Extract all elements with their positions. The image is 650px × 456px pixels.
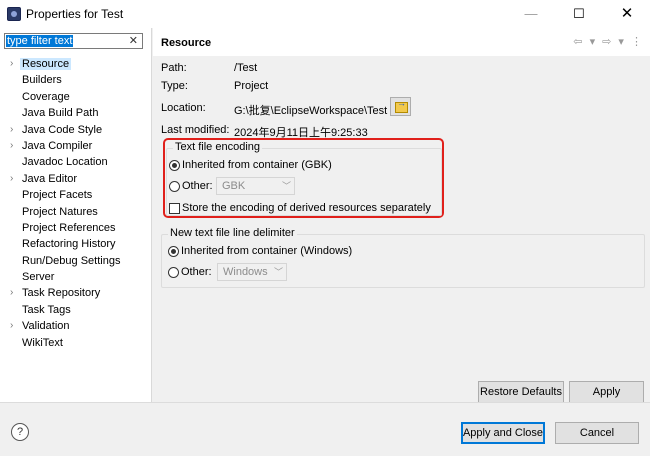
chevron-right-icon[interactable]: ›: [10, 318, 13, 334]
filter-input-text[interactable]: type filter text: [6, 35, 74, 47]
tree-item[interactable]: Coverage: [0, 89, 151, 105]
tree-item[interactable]: › Validation: [0, 318, 151, 334]
tree-item-label: Coverage: [22, 90, 70, 103]
chevron-right-icon[interactable]: ›: [10, 122, 13, 138]
chevron-down-icon: ﹀: [281, 181, 291, 191]
delimiter-other-label[interactable]: Other:: [181, 266, 212, 278]
tree-item-label: Run/Debug Settings: [22, 254, 121, 267]
chevron-right-icon[interactable]: ›: [10, 56, 13, 72]
chevron-right-icon[interactable]: ›: [10, 138, 13, 154]
tree-item-label: Java Editor: [22, 172, 78, 185]
title-bar[interactable]: Properties for Test — ☐ ✕: [0, 0, 650, 28]
store-derived-checkbox[interactable]: [169, 203, 180, 214]
tree-item[interactable]: Server: [0, 269, 151, 285]
encoding-group-title: Text file encoding: [173, 141, 262, 153]
encoding-other-radio[interactable]: [169, 181, 180, 192]
encoding-other-label[interactable]: Other:: [182, 180, 213, 192]
history-nav-icons[interactable]: ⇦ ▾ ⇨ ▾ ⋮: [573, 35, 644, 48]
tree-item-label: Task Tags: [22, 303, 71, 316]
delimiter-inherited-label[interactable]: Inherited from container (Windows): [181, 245, 352, 257]
tree-item-label: Project Natures: [22, 205, 98, 218]
tree-item[interactable]: Task Tags: [0, 302, 151, 318]
cancel-button[interactable]: Cancel: [555, 422, 639, 444]
encoding-other-value: GBK: [222, 180, 246, 192]
modified-label: Last modified:: [161, 124, 230, 136]
minimize-button[interactable]: —: [508, 0, 554, 28]
tree-item-label: Project Facets: [22, 189, 93, 202]
page-header: Resource ⇦ ▾ ⇨ ▾ ⋮: [153, 28, 650, 56]
tree-item[interactable]: Javadoc Location: [0, 154, 151, 170]
path-value: /Test: [234, 62, 258, 74]
delimiter-other-select[interactable]: Windows ﹀: [217, 263, 287, 281]
tree-item[interactable]: › Resource: [0, 56, 151, 72]
show-in-explorer-button[interactable]: [390, 97, 411, 116]
chevron-right-icon[interactable]: ›: [10, 285, 13, 301]
encoding-inherited-label[interactable]: Inherited from container (GBK): [182, 159, 332, 171]
window-title: Properties for Test: [26, 7, 124, 21]
tree-item-label: Javadoc Location: [22, 156, 108, 169]
maximize-button[interactable]: ☐: [556, 0, 602, 28]
delimiter-other-value: Windows: [223, 266, 268, 278]
tree-item[interactable]: Project References: [0, 220, 151, 236]
eclipse-app-icon: [7, 7, 21, 21]
tree-item-label: Builders: [22, 74, 62, 87]
tree-item[interactable]: › Java Editor: [0, 171, 151, 187]
encoding-other-select[interactable]: GBK ﹀: [216, 177, 295, 195]
filter-input[interactable]: type filter text ✕: [4, 33, 143, 49]
tree-item-label: Task Repository: [22, 287, 101, 300]
encoding-inherited-radio[interactable]: [169, 160, 180, 171]
tree-item[interactable]: WikiText: [0, 335, 151, 351]
location-value: G:\批复\EclipseWorkspace\Test: [234, 105, 388, 117]
location-label: Location:: [161, 102, 206, 114]
help-icon[interactable]: ?: [11, 423, 29, 441]
restore-defaults-button[interactable]: Restore Defaults: [478, 381, 564, 403]
store-derived-label[interactable]: Store the encoding of derived resources …: [182, 202, 431, 214]
type-value: Project: [234, 80, 269, 92]
delimiter-group-title: New text file line delimiter: [168, 227, 297, 239]
tree-item[interactable]: Refactoring History: [0, 236, 151, 252]
close-button[interactable]: ✕: [604, 0, 650, 28]
tree-item[interactable]: Project Natures: [0, 204, 151, 220]
tree-item[interactable]: › Task Repository: [0, 285, 151, 301]
apply-and-close-button[interactable]: Apply and Close: [461, 422, 545, 444]
apply-button[interactable]: Apply: [569, 381, 644, 403]
tree-item-label: Java Compiler: [22, 139, 93, 152]
tree-item[interactable]: › Java Code Style: [0, 122, 151, 138]
tree-item-label: WikiText: [22, 336, 63, 349]
category-tree: › Resource Builders Coverage Java Build Path…: [0, 56, 151, 351]
tree-item[interactable]: Java Build Path: [0, 105, 151, 121]
footer-divider: [0, 402, 650, 403]
category-pane: type filter text ✕ › Resource Builders Cove…: [0, 28, 152, 402]
path-label: Path:: [161, 62, 187, 74]
delimiter-other-radio[interactable]: [168, 267, 179, 278]
tree-item-label: Project References: [22, 221, 116, 234]
chevron-right-icon[interactable]: ›: [10, 171, 13, 187]
tree-item-label: Java Build Path: [22, 107, 99, 120]
page-title: Resource: [161, 37, 212, 49]
clear-filter-icon[interactable]: ✕: [129, 34, 138, 48]
tree-item[interactable]: Project Facets: [0, 187, 151, 203]
tree-item-label: Refactoring History: [22, 238, 116, 251]
tree-item[interactable]: Run/Debug Settings: [0, 253, 151, 269]
delimiter-inherited-radio[interactable]: [168, 246, 179, 257]
tree-item-label: Java Code Style: [22, 123, 103, 136]
tree-item[interactable]: › Java Compiler: [0, 138, 151, 154]
tree-item-label: Validation: [22, 320, 70, 333]
tree-item-label: Resource: [20, 58, 72, 70]
tree-item[interactable]: Builders: [0, 72, 151, 88]
chevron-down-icon: ﹀: [273, 267, 283, 277]
type-label: Type:: [161, 80, 188, 92]
tree-item-label: Server: [22, 271, 55, 284]
